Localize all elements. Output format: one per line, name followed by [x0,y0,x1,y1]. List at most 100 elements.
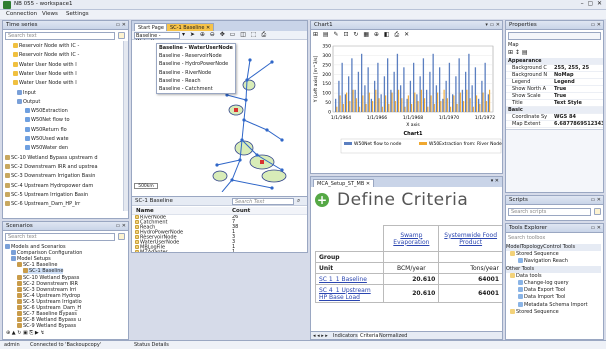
river-node[interactable] [248,58,252,62]
properties-combo-bar[interactable] [508,32,601,40]
status-details[interactable]: Status Details [134,342,169,348]
layer-dropdown[interactable]: Baseline - WaterUs [134,32,180,45]
scenarios-toolbar[interactable]: ⊕ ▲ ↻ ▣ ⎘ ▶ ↯ [6,330,124,338]
tool-item[interactable]: Metadata Schema Import [518,301,603,309]
property-row[interactable]: Background C 255, 255, 25 [506,65,603,72]
sort-icons[interactable]: ⊞ ↕ ▤ [508,49,528,56]
tab-sc1-baseline[interactable]: SC-1 Baseline ✕ [166,23,215,31]
tree-item[interactable]: Reservoir Node with IC - [13,43,79,49]
property-value[interactable]: True [554,86,566,93]
tree-item[interactable]: SC-8 Wetland Bypass u [17,317,81,323]
tool-item[interactable]: Change-log query [518,280,603,287]
tree-item[interactable]: SC-9 Wetland Bypass [17,323,76,329]
tree-item[interactable]: W50Extraction [25,108,68,114]
water-user-node[interactable] [260,160,264,164]
tree-item[interactable]: SC-1 Baseline [17,262,57,268]
scripts-search-input[interactable]: Search scripts [508,208,591,216]
property-value[interactable]: True [554,93,566,100]
tree-item[interactable]: SC-3 Downstream Irri [17,286,76,293]
col-count[interactable]: Count [232,208,250,214]
property-row[interactable]: Map Extent 6.68778695123436 [506,121,603,128]
river-node[interactable] [280,168,284,172]
panel-controls-icon[interactable]: ▭ ✕ [115,21,126,30]
property-value[interactable]: WGS 84 [554,114,576,121]
criteria-row-name[interactable]: SC 4_1 Upstream HP Base Load [314,284,385,303]
tab-mca-setup[interactable]: MCA_Setup_ST_MB ✕ [313,179,375,187]
tree-item[interactable]: SC-10 Wetland Bypass upstream d [5,154,98,161]
tree-item[interactable]: W50Net flow to [25,117,70,123]
property-row[interactable]: Background N NoMap [506,72,603,79]
scenarios-search-input[interactable]: Search text [5,233,115,241]
tree-item[interactable]: Water User Node with I [13,80,77,86]
river-node[interactable] [238,158,242,162]
list-item[interactable]: MZAdapter 1 [132,250,307,252]
property-value[interactable]: NoMap [554,72,574,79]
map-tools-icons[interactable]: ▾ ➤ ⊕ ⊖ ✥ ▭ ◫ ⬚ ⎙ [182,31,268,39]
filter-icon[interactable] [118,233,125,240]
menu-views[interactable]: Views [42,11,58,17]
river-node[interactable] [270,186,274,190]
tab-criteria[interactable]: Criteria [358,333,381,339]
property-row[interactable]: Legend Legend [506,79,603,86]
tree-item[interactable]: SC-6 Upstream_Dam_HP_Irr [5,201,80,207]
layer-menu-item[interactable]: Baseline - ReservoirNode [159,53,222,60]
search-icon[interactable]: ⌕ [297,197,300,205]
tool-item[interactable]: Data Import Tool [518,294,603,301]
baseline-search-input[interactable]: Search Text [232,198,294,205]
nav-arrows-icon[interactable]: ◂ ◂ ▸ ▸ [313,333,328,339]
panel-controls-icon[interactable]: ▾ ✕ [491,178,499,184]
property-row[interactable]: Basic [506,107,603,114]
catchment-shape[interactable] [242,79,256,91]
tree-item[interactable]: SC-3 Downstream Irrigation Basin [5,173,95,179]
chart-toolbar[interactable]: ⊞ ▤ ✎ ⊡ ↻ ▦ ⊕ ◧ ⎙ ✕ [313,31,501,39]
tree-item[interactable]: SC-2 Downstream IRR [17,280,78,287]
filter-icon[interactable] [594,208,601,215]
panel-controls-icon[interactable]: ▭ ✕ [590,224,601,233]
tool-item[interactable]: Data Export Tool [518,287,603,294]
tree-item[interactable]: Comparison Configuration [11,250,82,256]
tree-item[interactable]: Input [17,89,36,96]
river-node[interactable] [242,118,246,122]
tool-item[interactable]: Other Tools [506,265,601,273]
river-node[interactable] [270,60,274,64]
tree-item[interactable]: SC-10 Wetland Bypass [17,274,79,281]
property-value[interactable]: 6.68778695123436 [554,121,603,128]
layer-menu-item[interactable]: Baseline - WaterUserNode [159,45,233,52]
tree-item[interactable]: SC-2 Downstream IRR and upstrea [5,163,98,170]
time-series-scrollbar[interactable] [123,41,128,211]
tree-item[interactable]: W50Water den [25,145,68,151]
criteria-col-food[interactable]: Systemwide Food Product [438,225,502,252]
tree-item[interactable]: SC-4 Upstream Hydropower dam [5,182,93,189]
tree-item[interactable]: SC-5 Upstream Irrigatio [17,298,82,305]
property-value[interactable]: Text Style [554,100,582,107]
tree-item[interactable]: Water User Node with I [13,61,77,68]
criteria-col-swamp[interactable]: Swamp Evaporation [383,225,440,252]
tool-item[interactable]: ModelTopologyControl Tools [506,244,601,251]
tab-normalized[interactable]: Normalized [379,333,407,339]
tree-item[interactable]: SC-1 Baseline [23,268,64,275]
tree-item[interactable]: SC-4 Upstream Hydrop [17,292,80,299]
tree-item[interactable]: SC-6 Upstream_Dam_H [17,305,81,311]
tool-item[interactable]: Data tools [510,272,603,280]
panel-controls-icon[interactable]: ▭ ✕ [115,222,126,231]
property-row[interactable]: Appearance [506,58,603,65]
property-row[interactable]: Show North A True [506,86,603,93]
river-node[interactable] [215,163,219,167]
tool-item[interactable]: Stored Sequence [510,308,603,316]
time-series-search-input[interactable]: Search text [5,32,115,40]
menu-settings[interactable]: Settings [66,11,89,17]
river-node[interactable] [265,128,269,132]
tree-item[interactable]: SC-5 Upstream Irrigation Basin [5,191,88,198]
property-row[interactable]: Title Text Style [506,100,603,107]
layer-menu-item[interactable]: Baseline - RiverNode [159,70,211,77]
filter-icon[interactable] [118,32,125,39]
tree-item[interactable]: W50Return flo [25,126,67,133]
property-value[interactable]: 255, 255, 25 [554,65,589,72]
river-node[interactable] [280,138,284,142]
plus-icon[interactable]: + [315,193,329,207]
layer-menu-item[interactable]: Baseline - HydroPowerNode [159,61,228,68]
tree-item[interactable]: Reservoir Node with IC - [13,52,79,58]
river-node[interactable] [255,153,259,157]
river-node[interactable] [244,98,248,102]
tree-item[interactable]: W50Used wate [25,136,69,142]
